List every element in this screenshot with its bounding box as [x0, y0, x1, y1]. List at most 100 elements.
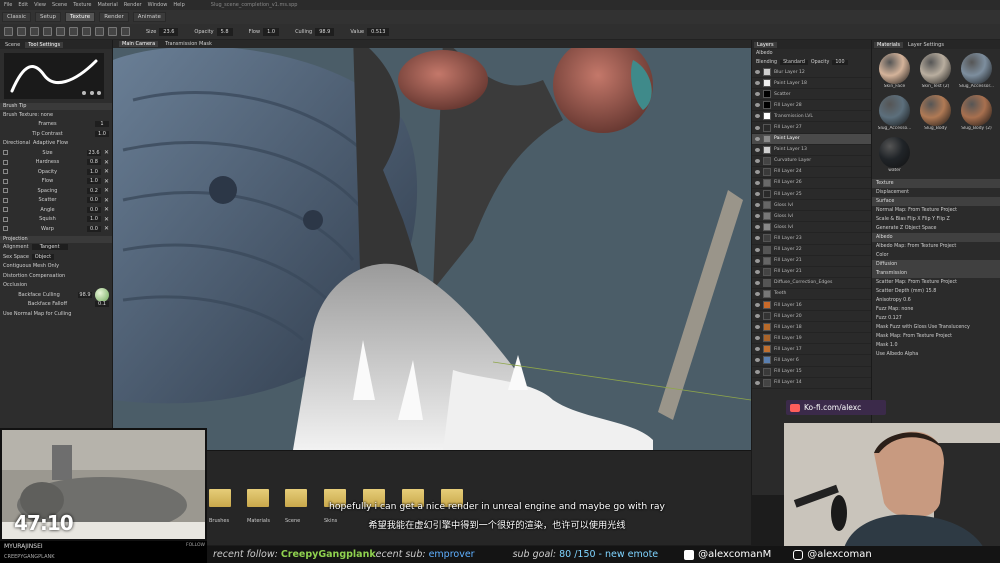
- param-value[interactable]: 0.2: [86, 187, 101, 194]
- size-value[interactable]: 23.6: [159, 27, 179, 36]
- eye-icon[interactable]: [755, 169, 760, 174]
- normal-map-row[interactable]: Use Normal Map for Culling: [0, 309, 112, 319]
- param-value[interactable]: 1.0: [86, 168, 101, 175]
- occlusion-row[interactable]: Occlusion: [0, 281, 112, 291]
- param-link-icon[interactable]: ✕: [104, 149, 109, 156]
- eye-icon[interactable]: [755, 92, 760, 97]
- eye-icon[interactable]: [755, 314, 760, 319]
- eye-icon[interactable]: [755, 203, 760, 208]
- eye-icon[interactable]: [755, 369, 760, 374]
- frames-value[interactable]: 1: [95, 121, 109, 128]
- adaptive-flow-toggle[interactable]: Adaptive Flow: [33, 140, 68, 146]
- eye-icon[interactable]: [755, 258, 760, 263]
- move-tool-icon[interactable]: [121, 27, 130, 36]
- param-link-icon[interactable]: ✕: [104, 206, 109, 213]
- eye-icon[interactable]: [755, 103, 760, 108]
- param-link-icon[interactable]: ✕: [104, 159, 109, 166]
- backface-falloff-value[interactable]: 0.1: [95, 301, 109, 308]
- layer-row[interactable]: Gloss lvl: [752, 200, 871, 212]
- param-value[interactable]: 1.0: [86, 216, 101, 223]
- channel-row[interactable]: Albedo: [752, 49, 871, 58]
- layer-row[interactable]: Fill Layer 14: [752, 378, 871, 389]
- blending-select[interactable]: Standard: [780, 60, 808, 65]
- param-lock-icon[interactable]: [3, 188, 8, 194]
- layer-row[interactable]: Fill Layer 21: [752, 267, 871, 278]
- flow-field[interactable]: Flow 1.0: [249, 27, 280, 36]
- material-property-row[interactable]: Mask 1.0: [872, 341, 1000, 350]
- kofi-link[interactable]: Ko-fi.com/alexc: [804, 403, 861, 412]
- eye-icon[interactable]: [755, 147, 760, 152]
- tab-transmission-mask[interactable]: Transmission Mask: [162, 41, 215, 47]
- layer-row[interactable]: Gloss lvl: [752, 222, 871, 234]
- material-property-row[interactable]: Generate Z Object Space: [872, 224, 1000, 233]
- eye-icon[interactable]: [755, 347, 760, 352]
- eye-icon[interactable]: [755, 380, 760, 385]
- layer-row[interactable]: Fill Layer 18: [752, 322, 871, 334]
- param-link-icon[interactable]: ✕: [104, 168, 109, 175]
- layer-row[interactable]: Fill Layer 6: [752, 355, 871, 367]
- backface-culling-value[interactable]: 98.9: [78, 291, 92, 298]
- material-swatch[interactable]: Slug_Body (2): [958, 95, 995, 133]
- menu-texture[interactable]: Texture: [73, 2, 91, 8]
- param-lock-icon[interactable]: [3, 169, 8, 175]
- value-field[interactable]: Value 0.513: [350, 27, 390, 36]
- material-swatch[interactable]: Skin_Test (2): [917, 53, 954, 91]
- eye-icon[interactable]: [755, 225, 760, 230]
- layer-row[interactable]: Teeth: [752, 289, 871, 300]
- tab-texture[interactable]: Texture: [65, 12, 96, 22]
- menu-edit[interactable]: Edit: [18, 2, 28, 8]
- layer-row[interactable]: Curvature Layer: [752, 156, 871, 167]
- layer-row[interactable]: Fill Layer 25: [752, 189, 871, 201]
- menu-help[interactable]: Help: [173, 2, 184, 8]
- material-property-row[interactable]: Scatter Map: From Texture Project: [872, 278, 1000, 287]
- layer-row[interactable]: Paint Layer 18: [752, 78, 871, 90]
- param-link-icon[interactable]: ✕: [104, 225, 109, 232]
- material-property-row[interactable]: Normal Map: From Texture Project: [872, 206, 1000, 215]
- sex-space-select[interactable]: Object: [31, 253, 54, 260]
- material-property-row[interactable]: Use Albedo Alpha: [872, 350, 1000, 359]
- eye-icon[interactable]: [755, 269, 760, 274]
- eye-icon[interactable]: [755, 236, 760, 241]
- tab-main-camera[interactable]: Main Camera: [119, 41, 159, 47]
- menu-scene[interactable]: Scene: [52, 2, 67, 8]
- param-link-icon[interactable]: ✕: [104, 178, 109, 185]
- material-property-row[interactable]: Fuzz 0.127: [872, 314, 1000, 323]
- eye-icon[interactable]: [755, 158, 760, 163]
- layer-row[interactable]: Scatter: [752, 89, 871, 101]
- layer-row[interactable]: Fill Layer 19: [752, 333, 871, 345]
- eye-icon[interactable]: [755, 81, 760, 86]
- culling-field[interactable]: Culling 98.9: [295, 27, 335, 36]
- fill-tool-icon[interactable]: [69, 27, 78, 36]
- eye-icon[interactable]: [755, 303, 760, 308]
- param-value[interactable]: 0.0: [86, 197, 101, 204]
- eye-icon[interactable]: [755, 358, 760, 363]
- layer-row[interactable]: Fill Layer 16: [752, 300, 871, 312]
- tab-tool-settings[interactable]: Tool Settings: [25, 41, 64, 48]
- alignment-select[interactable]: Tangent: [31, 244, 68, 251]
- channel-select[interactable]: Albedo: [756, 51, 773, 56]
- transform-tool-icon[interactable]: [95, 27, 104, 36]
- layer-row[interactable]: Fill Layer 15: [752, 367, 871, 378]
- layer-row[interactable]: Fill Layer 20: [752, 311, 871, 323]
- layer-row[interactable]: Fill Layer 23: [752, 233, 871, 245]
- eye-icon[interactable]: [755, 180, 760, 185]
- 3d-viewport[interactable]: [113, 40, 751, 450]
- material-section-header[interactable]: Surface: [872, 197, 1000, 206]
- param-lock-icon[interactable]: [3, 226, 8, 232]
- kofi-banner[interactable]: Ko-fi.com/alexc: [786, 400, 886, 415]
- layer-row[interactable]: Fill Layer 21: [752, 256, 871, 267]
- param-value[interactable]: 1.0: [86, 178, 101, 185]
- brush-tip-header[interactable]: Brush Tip: [0, 103, 112, 110]
- eye-icon[interactable]: [755, 114, 760, 119]
- material-section-header[interactable]: Texture: [872, 179, 1000, 188]
- layer-row[interactable]: Blur Layer 12: [752, 67, 871, 79]
- distortion-row[interactable]: Distortion Compensation: [0, 271, 112, 281]
- directional-toggle[interactable]: Directional: [3, 140, 30, 146]
- material-swatch[interactable]: water: [876, 137, 913, 175]
- param-value[interactable]: 0.8: [86, 159, 101, 166]
- menu-view[interactable]: View: [34, 2, 46, 8]
- material-property-row[interactable]: Albedo Map: From Texture Project: [872, 242, 1000, 251]
- tab-layer-settings[interactable]: Layer Settings: [905, 42, 947, 48]
- material-section-header[interactable]: Albedo: [872, 233, 1000, 242]
- menu-render[interactable]: Render: [124, 2, 142, 8]
